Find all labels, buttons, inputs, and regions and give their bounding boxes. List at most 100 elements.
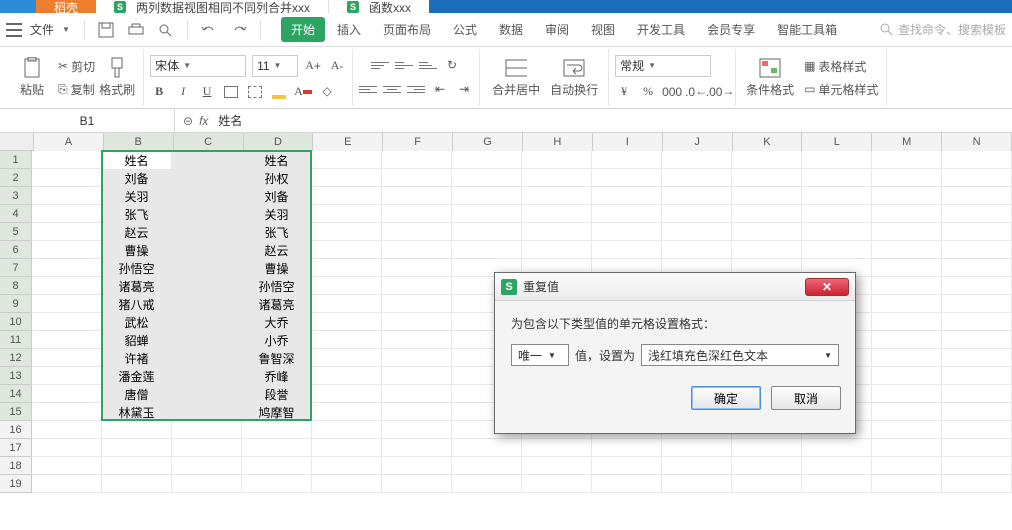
menu-tab-公式[interactable]: 公式 — [443, 17, 487, 42]
tab-2[interactable]: 稻壳 — [36, 0, 96, 13]
border-button[interactable] — [222, 83, 240, 101]
cell-F8[interactable] — [382, 277, 452, 295]
cell-B19[interactable] — [102, 475, 172, 493]
cell-B7[interactable]: 孙悟空 — [102, 259, 172, 277]
cell-F11[interactable] — [382, 331, 452, 349]
cancel-button[interactable]: 取消 — [771, 386, 841, 410]
formula-value[interactable]: 姓名 — [218, 112, 242, 129]
comma-button[interactable]: 000 — [663, 83, 681, 101]
cell-L18[interactable] — [802, 457, 872, 475]
row-header-1[interactable]: 1 — [0, 151, 31, 169]
box-button[interactable] — [246, 83, 264, 101]
cell-B13[interactable]: 潘金莲 — [102, 367, 172, 385]
cell-D16[interactable] — [242, 421, 312, 439]
cell-D1[interactable]: 姓名 — [242, 151, 312, 169]
cell-J19[interactable] — [662, 475, 732, 493]
align-bot-button[interactable] — [419, 57, 437, 75]
cell-C5[interactable] — [172, 223, 242, 241]
cell-C16[interactable] — [172, 421, 242, 439]
cell-M7[interactable] — [872, 259, 942, 277]
cell-G18[interactable] — [452, 457, 522, 475]
cell-E2[interactable] — [312, 169, 382, 187]
row-header-3[interactable]: 3 — [0, 187, 31, 205]
row-header-15[interactable]: 15 — [0, 403, 31, 421]
cell-L17[interactable] — [802, 439, 872, 457]
col-header-N[interactable]: N — [942, 133, 1012, 151]
cell-A7[interactable] — [32, 259, 102, 277]
cell-K17[interactable] — [732, 439, 802, 457]
cell-M18[interactable] — [872, 457, 942, 475]
cell-E12[interactable] — [312, 349, 382, 367]
menu-tab-数据[interactable]: 数据 — [489, 17, 533, 42]
cell-A5[interactable] — [32, 223, 102, 241]
col-header-F[interactable]: F — [383, 133, 453, 151]
shrink-font-button[interactable]: A- — [328, 57, 346, 75]
cell-E1[interactable] — [312, 151, 382, 169]
cell-A17[interactable] — [32, 439, 102, 457]
cell-H2[interactable] — [522, 169, 592, 187]
indent-dec-button[interactable]: ⇤ — [431, 81, 449, 99]
cell-C17[interactable] — [172, 439, 242, 457]
tab-3[interactable]: S 两列数据视图相同不同列合并xxx — [96, 0, 328, 13]
chevron-down-icon[interactable]: ▼ — [62, 25, 70, 34]
cell-A13[interactable] — [32, 367, 102, 385]
cell-E16[interactable] — [312, 421, 382, 439]
cell-B10[interactable]: 武松 — [102, 313, 172, 331]
cell-M15[interactable] — [872, 403, 942, 421]
menu-tab-审阅[interactable]: 审阅 — [535, 17, 579, 42]
cell-J1[interactable] — [662, 151, 732, 169]
tab-1[interactable] — [0, 0, 36, 13]
cell-F1[interactable] — [382, 151, 452, 169]
cell-style-button[interactable]: ▭单元格样式 — [802, 80, 880, 99]
percent-button[interactable]: % — [639, 83, 657, 101]
cell-L3[interactable] — [802, 187, 872, 205]
cell-N5[interactable] — [942, 223, 1012, 241]
cell-N3[interactable] — [942, 187, 1012, 205]
cell-E15[interactable] — [312, 403, 382, 421]
cell-C12[interactable] — [172, 349, 242, 367]
cell-A9[interactable] — [32, 295, 102, 313]
cell-F12[interactable] — [382, 349, 452, 367]
indent-inc-button[interactable]: ⇥ — [455, 81, 473, 99]
cell-A10[interactable] — [32, 313, 102, 331]
cell-B1[interactable]: 姓名 — [102, 151, 172, 169]
cell-G5[interactable] — [452, 223, 522, 241]
clear-fmt-button[interactable]: ◇ — [318, 83, 336, 101]
cell-C7[interactable] — [172, 259, 242, 277]
cell-J18[interactable] — [662, 457, 732, 475]
row-header-18[interactable]: 18 — [0, 457, 31, 475]
row-header-6[interactable]: 6 — [0, 241, 31, 259]
cell-N10[interactable] — [942, 313, 1012, 331]
align-top-button[interactable] — [371, 57, 389, 75]
cell-C4[interactable] — [172, 205, 242, 223]
cell-C10[interactable] — [172, 313, 242, 331]
cell-N15[interactable] — [942, 403, 1012, 421]
cell-M5[interactable] — [872, 223, 942, 241]
name-box[interactable]: B1 — [0, 109, 175, 133]
cell-N1[interactable] — [942, 151, 1012, 169]
col-header-G[interactable]: G — [453, 133, 523, 151]
cell-N19[interactable] — [942, 475, 1012, 493]
italic-button[interactable]: I — [174, 83, 192, 101]
cell-A14[interactable] — [32, 385, 102, 403]
col-header-L[interactable]: L — [802, 133, 872, 151]
cell-M16[interactable] — [872, 421, 942, 439]
cell-A8[interactable] — [32, 277, 102, 295]
cell-K3[interactable] — [732, 187, 802, 205]
cell-L5[interactable] — [802, 223, 872, 241]
row-header-7[interactable]: 7 — [0, 259, 31, 277]
print-icon[interactable] — [123, 17, 149, 43]
cell-N8[interactable] — [942, 277, 1012, 295]
inc-dec-button[interactable]: .0← — [687, 83, 705, 101]
col-header-I[interactable]: I — [593, 133, 663, 151]
dialog-titlebar[interactable]: S 重复值 ✕ — [495, 273, 855, 301]
row-header-17[interactable]: 17 — [0, 439, 31, 457]
cell-J6[interactable] — [662, 241, 732, 259]
cell-B9[interactable]: 猪八戒 — [102, 295, 172, 313]
cell-B17[interactable] — [102, 439, 172, 457]
cell-F6[interactable] — [382, 241, 452, 259]
cell-N11[interactable] — [942, 331, 1012, 349]
cell-J17[interactable] — [662, 439, 732, 457]
cell-B15[interactable]: 林黛玉 — [102, 403, 172, 421]
cell-M6[interactable] — [872, 241, 942, 259]
